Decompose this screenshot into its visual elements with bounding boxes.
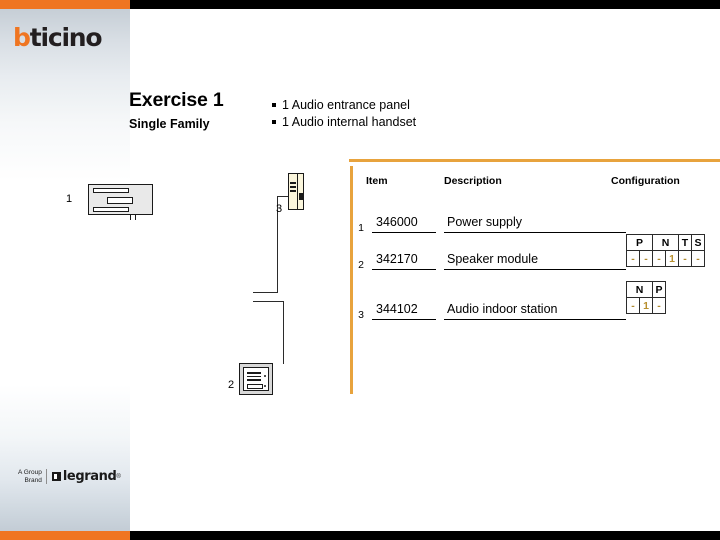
legrand-trademark-symbol: ® — [116, 473, 121, 480]
power-supply-icon — [88, 184, 153, 215]
bullet-square-icon — [272, 103, 276, 107]
wire-entrancepanel-vertical — [283, 301, 285, 364]
configuration-table-indoor-station: N P - 1 - — [626, 281, 666, 314]
configuration-value-row: - 1 - — [626, 297, 666, 314]
configuration-header-row: N P — [626, 281, 666, 298]
entrance-panel-nameplate — [247, 384, 263, 389]
power-supply-body-slot — [107, 197, 133, 204]
config-header-p: P — [652, 281, 666, 298]
header-divider-rule — [349, 159, 720, 162]
legrand-footer-logo: A Group Brand legrand ® — [18, 469, 121, 484]
table-header-row: Item Description Configuration — [366, 175, 720, 191]
audio-entrance-panel-icon — [239, 363, 273, 395]
column-header-item: Item — [366, 175, 388, 187]
legrand-lockup: legrand ® — [47, 469, 121, 484]
slide-canvas: bticino A Group Brand legrand ® Exercise … — [0, 0, 720, 540]
config-value-cell: - — [626, 297, 640, 314]
row-item-code: 346000 — [372, 213, 436, 233]
wire-powersupply-upper — [253, 292, 278, 294]
list-item: 1 Audio internal handset — [272, 114, 572, 131]
table-row: 1 346000 Power supply — [356, 213, 646, 237]
config-value-cell: - — [626, 250, 640, 267]
config-value-cell: - — [652, 250, 666, 267]
entrance-panel-face — [243, 367, 269, 391]
configuration-table-speaker-module: P N T S - - - 1 - - — [626, 234, 705, 267]
logo-ticino-text: ticino — [29, 23, 103, 52]
diagram-label-power-supply: 1 — [66, 193, 73, 205]
legrand-wordmark: legrand — [62, 469, 117, 484]
top-bar — [0, 0, 720, 9]
entrance-panel-grille-line — [247, 372, 261, 374]
handset-receiver — [298, 193, 304, 200]
config-header-p: P — [626, 234, 653, 251]
bottom-bar-black-segment — [130, 531, 720, 540]
audio-indoor-station-icon — [288, 173, 304, 210]
row-item-code: 342170 — [372, 250, 436, 270]
logo-b-letter: b — [13, 23, 31, 52]
table-row: 3 344102 Audio indoor station — [356, 300, 646, 324]
page-subtitle: Single Family — [129, 117, 210, 131]
entrance-panel-grille-line — [247, 379, 261, 381]
config-value-cell: - — [639, 250, 653, 267]
group-brand-line1: A Group — [18, 469, 42, 476]
row-description: Speaker module — [444, 250, 626, 270]
bullet-label: 1 Audio entrance panel — [282, 98, 410, 112]
bullet-list: 1 Audio entrance panel 1 Audio internal … — [272, 97, 572, 131]
column-header-configuration: Configuration — [611, 175, 680, 187]
power-supply-terminal-bottom — [93, 207, 129, 212]
table-row: 2 342170 Speaker module — [356, 250, 646, 274]
bottom-bar-orange-segment — [0, 531, 130, 540]
page-title: Exercise 1 — [129, 89, 224, 111]
group-brand-line2: Brand — [24, 476, 42, 484]
power-supply-pin — [130, 215, 132, 220]
top-bar-black-segment — [130, 0, 720, 9]
legrand-mark-icon — [51, 472, 61, 481]
bticino-logo: bticino — [13, 23, 103, 52]
row-description: Power supply — [444, 213, 626, 233]
config-header-n: N — [652, 234, 679, 251]
handset-slot — [290, 190, 296, 192]
row-number: 1 — [358, 222, 364, 234]
wire-powersupply-lower — [253, 301, 284, 303]
config-header-s: S — [691, 234, 705, 251]
configuration-value-row: - - - 1 - - — [626, 250, 705, 267]
handset-slot — [290, 186, 296, 188]
title-block: Exercise 1 Single Family — [129, 90, 279, 132]
row-description: Audio indoor station — [444, 300, 626, 320]
handset-slot — [290, 182, 296, 184]
top-bar-orange-segment — [0, 0, 130, 9]
entrance-panel-button — [263, 375, 266, 377]
diagram-label-entrance-panel: 2 — [228, 379, 235, 391]
config-header-t: T — [678, 234, 692, 251]
column-header-description: Description — [444, 175, 502, 187]
config-value-cell: 1 — [639, 297, 653, 314]
row-number: 3 — [358, 309, 364, 321]
diagram-label-handset: 3 — [276, 203, 283, 215]
power-supply-pin — [135, 215, 137, 220]
entrance-panel-button — [263, 385, 266, 387]
row-number: 2 — [358, 259, 364, 271]
list-item: 1 Audio entrance panel — [272, 97, 572, 114]
bottom-bar — [0, 531, 720, 540]
power-supply-terminal-top — [93, 188, 129, 193]
vertical-divider-rule — [350, 166, 353, 394]
config-header-n: N — [626, 281, 653, 298]
bullet-label: 1 Audio internal handset — [282, 115, 417, 129]
group-brand-text: A Group Brand — [18, 469, 47, 484]
config-value-cell: - — [691, 250, 705, 267]
bullet-square-icon — [272, 120, 276, 124]
configuration-header-row: P N T S — [626, 234, 705, 251]
config-value-cell: - — [652, 297, 666, 314]
entrance-panel-grille-line — [247, 375, 261, 378]
handset-divider — [297, 174, 299, 209]
config-value-cell: 1 — [665, 250, 679, 267]
left-sidebar: bticino A Group Brand legrand ® — [0, 9, 130, 531]
config-value-cell: - — [678, 250, 692, 267]
row-item-code: 344102 — [372, 300, 436, 320]
